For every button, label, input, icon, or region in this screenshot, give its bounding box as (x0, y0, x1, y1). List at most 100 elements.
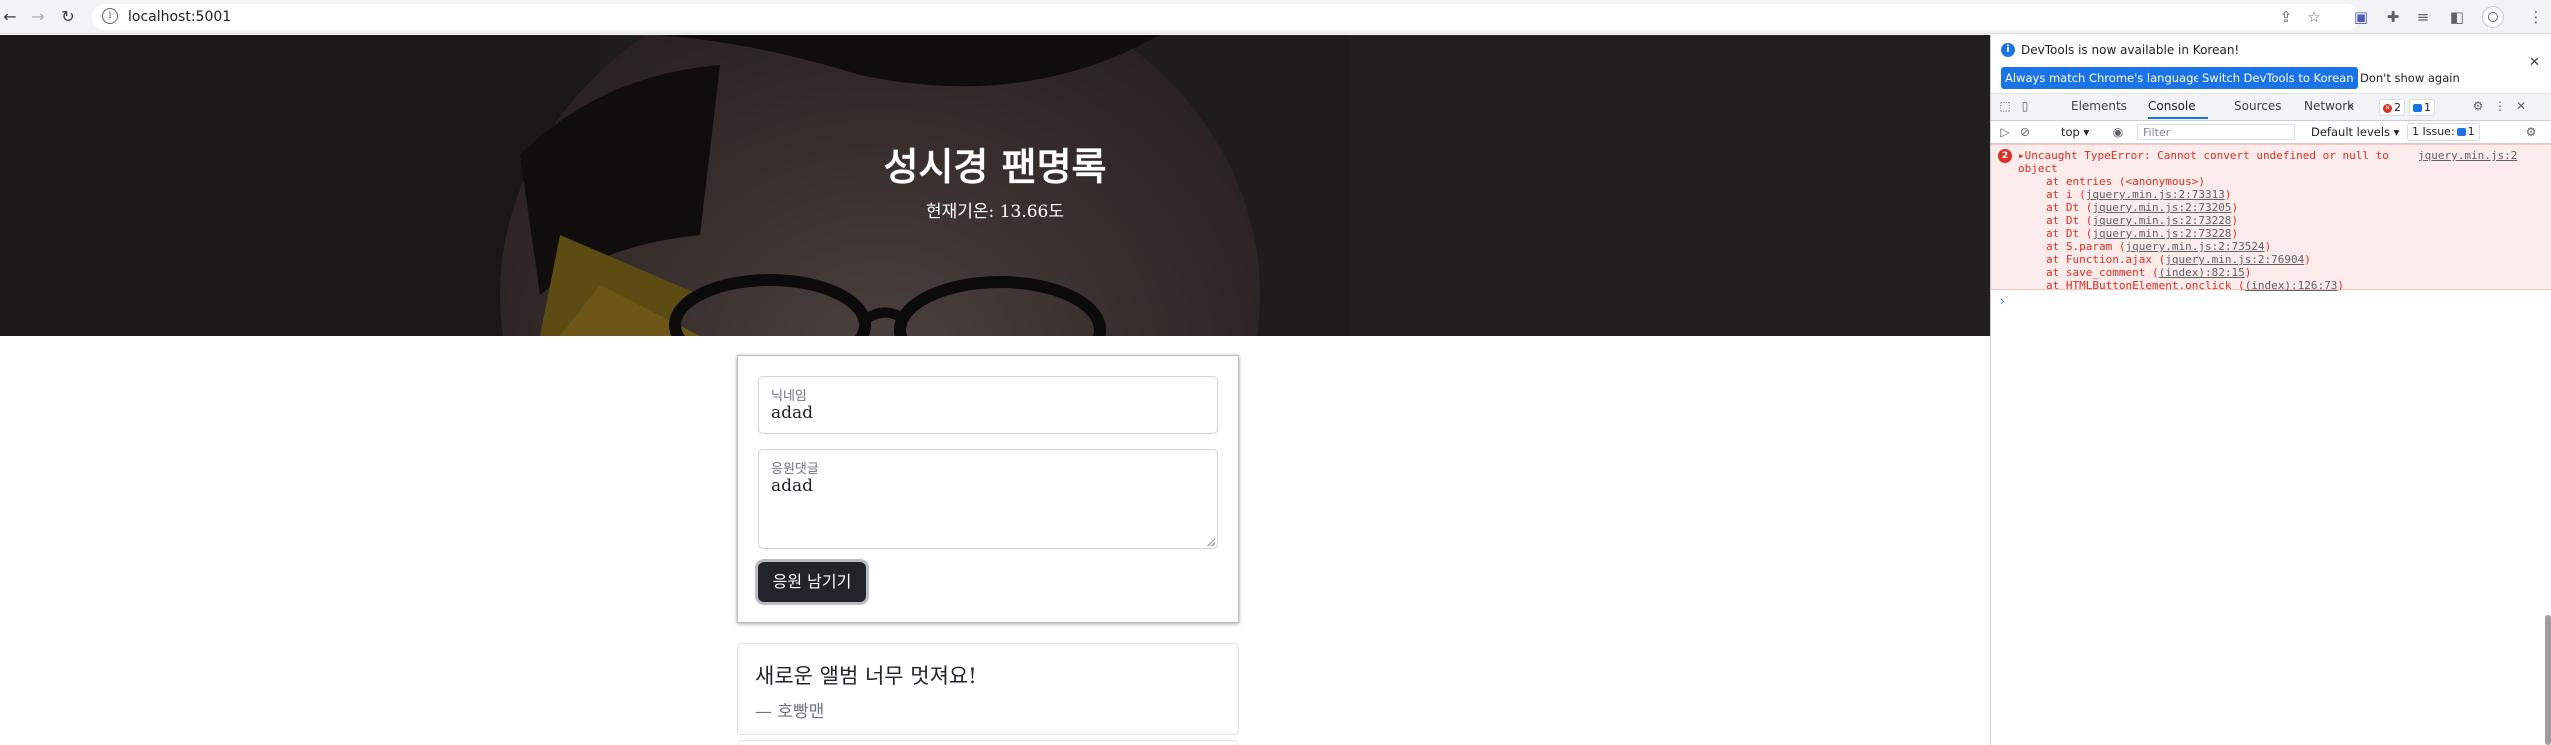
stack-frame-link[interactable]: jquery.min.js:2:73205 (2092, 201, 2231, 214)
comment-card (737, 740, 1239, 745)
error-icon: ✕ (2383, 103, 2392, 113)
inspect-element-icon[interactable]: ⬚ (1998, 99, 2012, 113)
page-title: 성시경 팬명록 (883, 144, 1107, 189)
puzzle-icon[interactable]: ✚ (2384, 8, 2402, 26)
context-selector[interactable]: top ▾ (2061, 125, 2089, 139)
issues-label: 1 Issue: (2412, 125, 2455, 138)
resize-handle-icon[interactable] (1207, 538, 1215, 546)
stack-frame-suffix: ) (2264, 240, 2272, 253)
eye-icon[interactable]: ◉ (2111, 125, 2125, 139)
devtools-menu-icon[interactable]: ⋮ (2493, 99, 2507, 113)
comment-text: 새로운 앨범 너무 멋져요! (755, 664, 977, 688)
nickname-label: 닉네임 (771, 389, 807, 404)
share-icon[interactable]: ⇪ (2277, 8, 2295, 26)
stack-frame-suffix: ) (2337, 279, 2345, 292)
stack-frame-link[interactable]: jquery.min.js:2:73228 (2092, 227, 2231, 240)
stack-frame: at i (jquery.min.js:2:73313) (2046, 188, 2231, 201)
log-levels-dropdown[interactable]: Default levels ▾ (2311, 125, 2399, 139)
message-count: 1 (2424, 101, 2431, 114)
menu-kebab-icon[interactable]: ⋮ (2527, 8, 2545, 26)
extension-icon[interactable]: ▣ (2352, 8, 2370, 26)
temperature-text: 현재기온: 13.66도 (926, 202, 1064, 222)
sidebar-toggle-icon[interactable]: ▷ (1998, 125, 2012, 139)
media-icon[interactable]: ≡ (2414, 8, 2432, 26)
nickname-field[interactable]: 닉네임 adad (758, 376, 1218, 434)
error-count-badge[interactable]: ✕ 2 (2379, 99, 2405, 116)
comment-input[interactable]: adad (771, 476, 813, 496)
stack-frame-suffix: ) (2224, 188, 2232, 201)
dont-show-again-button[interactable]: Don't show again (2355, 67, 2465, 89)
info-icon: i (2001, 43, 2015, 57)
filter-placeholder: Filter (2143, 126, 2171, 139)
stack-frame-link[interactable]: jquery.min.js:2:73524 (2125, 240, 2264, 253)
tab-sources[interactable]: Sources (2234, 99, 2281, 113)
stack-frame-text: at Dt ( (2046, 214, 2093, 227)
stack-frame-text: at S.param ( (2046, 240, 2126, 253)
stack-frame: at save_comment ((index):82:15) (2046, 266, 2251, 279)
site-info-icon[interactable]: i (102, 8, 118, 24)
scrollbar-thumb[interactable] (2545, 615, 2551, 745)
forward-icon[interactable]: → (28, 7, 48, 27)
comment-form: 닉네임 adad 응원댓글 adad 응원 남기기 (737, 355, 1239, 623)
side-panel-icon[interactable]: ◧ (2448, 8, 2466, 26)
devtools-infobar: i DevTools is now available in Korean! ✕… (1991, 35, 2551, 94)
stack-frame-suffix: ) (2231, 214, 2239, 227)
close-icon[interactable]: ✕ (2529, 55, 2540, 70)
close-devtools-icon[interactable]: ✕ (2514, 99, 2528, 113)
comment-textarea[interactable]: 응원댓글 adad (758, 449, 1218, 549)
active-tab-indicator (2148, 117, 2208, 119)
infobar-message: DevTools is now available in Korean! (2021, 43, 2240, 57)
console-filterbar: ▷ ⊘ top ▾ ◉ Filter Default levels ▾ 1 Is… (1991, 121, 2551, 144)
stack-frame-suffix: ) (2244, 266, 2252, 279)
issue-icon (2456, 128, 2466, 136)
stack-frame-text: at Function.ajax ( (2046, 253, 2166, 266)
error-message-line2: object (2018, 162, 2058, 175)
devtools-tabbar: ⬚ ▯ Elements Console Sources Network » ✕… (1991, 94, 2551, 121)
profile-avatar[interactable] (2482, 6, 2504, 28)
stack-frame-text: at entries (<anonymous>) (2046, 175, 2205, 188)
submit-comment-button[interactable]: 응원 남기기 (758, 562, 866, 602)
devtools-panel: i DevTools is now available in Korean! ✕… (1990, 35, 2551, 745)
stack-frame: at entries (<anonymous>) (2046, 175, 2205, 188)
hero-banner: 성시경 팬명록 현재기온: 13.66도 (0, 35, 1990, 336)
console-prompt-icon[interactable]: › (2000, 294, 2005, 308)
stack-frame-text: at HTMLButtonElement.onclick ( (2046, 279, 2245, 292)
address-bar[interactable]: i localhost:5001 ⇪ ☆ (92, 4, 2360, 30)
stack-frame-link[interactable]: (index):82:15 (2159, 266, 2245, 279)
error-source-link[interactable]: jquery.min.js:2 (2418, 149, 2517, 162)
stack-frame-link[interactable]: jquery.min.js:2:73313 (2086, 188, 2225, 201)
error-message-line1: ▸Uncaught TypeError: Cannot convert unde… (2018, 149, 2389, 162)
switch-korean-button[interactable]: Switch DevTools to Korean (2198, 67, 2358, 89)
comment-author: — 호빵맨 (755, 702, 825, 722)
error-count: 2 (2394, 101, 2401, 114)
stack-frame: at Dt (jquery.min.js:2:73205) (2046, 201, 2238, 214)
stack-frame: at Function.ajax (jquery.min.js:2:76904) (2046, 253, 2311, 266)
comment-card: 새로운 앨범 너무 멋져요! — 호빵맨 (737, 643, 1239, 735)
tab-elements[interactable]: Elements (2071, 99, 2127, 113)
more-tabs-icon[interactable]: » (2347, 99, 2354, 113)
stack-frame-link[interactable]: jquery.min.js:2:76904 (2165, 253, 2304, 266)
nickname-input[interactable]: adad (771, 403, 813, 423)
console-error-message[interactable]: 2 ▸Uncaught TypeError: Cannot convert un… (1991, 144, 2551, 292)
message-icon (2413, 104, 2422, 112)
console-settings-icon[interactable]: ⚙ (2524, 125, 2538, 139)
stack-frame: at HTMLButtonElement.onclick ((index):12… (2046, 279, 2344, 292)
stack-frame-link[interactable]: (index):126:73 (2245, 279, 2338, 292)
settings-gear-icon[interactable]: ⚙ (2471, 99, 2485, 113)
clear-console-icon[interactable]: ⊘ (2018, 125, 2032, 139)
issues-button[interactable]: 1 Issue: 1 (2407, 123, 2480, 141)
stack-frame-text: at Dt ( (2046, 201, 2093, 214)
device-toolbar-icon[interactable]: ▯ (2018, 99, 2032, 113)
message-count-badge[interactable]: 1 (2409, 99, 2435, 116)
url-text: localhost:5001 (128, 9, 232, 25)
match-language-button[interactable]: Always match Chrome's language (2001, 67, 2205, 89)
tab-console[interactable]: Console (2148, 99, 2196, 113)
back-icon[interactable]: ← (0, 7, 20, 27)
stack-frame-suffix: ) (2231, 227, 2239, 240)
stack-frame: at Dt (jquery.min.js:2:73228) (2046, 227, 2238, 240)
bookmark-star-icon[interactable]: ☆ (2305, 8, 2323, 26)
filter-input[interactable]: Filter (2137, 124, 2295, 140)
error-count-icon: 2 (1998, 149, 2012, 163)
stack-frame-link[interactable]: jquery.min.js:2:73228 (2092, 214, 2231, 227)
reload-icon[interactable]: ↻ (58, 7, 78, 27)
